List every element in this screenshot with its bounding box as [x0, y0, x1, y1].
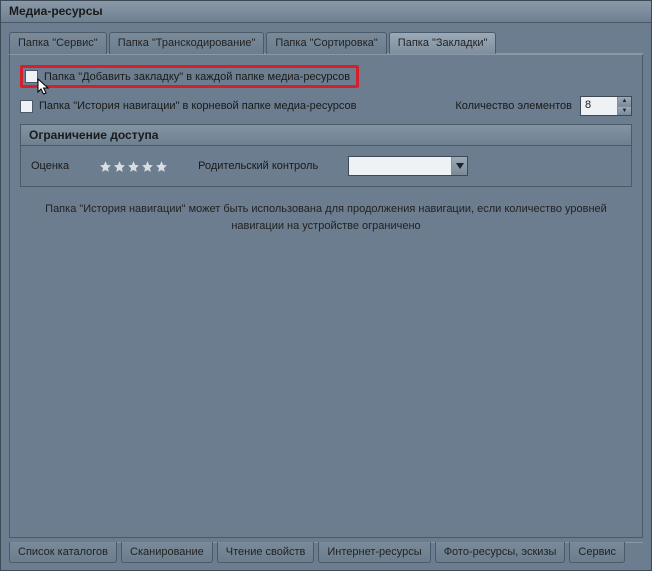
chevron-down-icon [456, 163, 464, 169]
info-text: Папка "История навигации" может быть исп… [20, 201, 632, 234]
star-icon[interactable] [113, 160, 126, 173]
label-elements-count: Количество элементов [455, 100, 572, 112]
label-parental-control: Родительский контроль [198, 160, 318, 172]
access-restriction-title: Ограничение доступа [21, 125, 631, 146]
label-nav-history: Папка "История навигации" в корневой пап… [39, 100, 357, 112]
checkbox-nav-history[interactable] [20, 100, 33, 113]
star-icon[interactable] [141, 160, 154, 173]
dropdown-button[interactable] [451, 157, 467, 175]
dropdown-parental-control[interactable] [348, 156, 468, 176]
tab-read-properties[interactable]: Чтение свойств [217, 542, 315, 563]
row-nav-history: Папка "История навигации" в корневой пап… [20, 96, 632, 116]
star-icon[interactable] [99, 160, 112, 173]
tab-service[interactable]: Сервис [569, 542, 625, 563]
row-add-bookmark: Папка "Добавить закладку" в каждой папке… [20, 65, 632, 88]
tab-transcoding-folder[interactable]: Папка "Транскодирование" [109, 32, 265, 54]
window-title: Медиа-ресурсы [1, 1, 651, 23]
spinner-buttons: ▲ ▼ [617, 97, 631, 115]
spinner-up-button[interactable]: ▲ [618, 97, 631, 107]
tab-sorting-folder[interactable]: Папка "Сортировка" [266, 32, 386, 54]
tab-internet-resources[interactable]: Интернет-ресурсы [318, 542, 430, 563]
tab-scanning[interactable]: Сканирование [121, 542, 213, 563]
tab-service-folder[interactable]: Папка "Сервис" [9, 32, 107, 54]
spinner-elements-count[interactable]: 8 ▲ ▼ [580, 96, 632, 116]
tabs-bottom: Список каталогов Сканирование Чтение сво… [1, 543, 651, 570]
star-icon[interactable] [155, 160, 168, 173]
media-resources-window: Медиа-ресурсы Папка "Сервис" Папка "Тран… [0, 0, 652, 571]
tab-bookmarks-folder[interactable]: Папка "Закладки" [389, 32, 497, 54]
checkbox-add-bookmark[interactable] [25, 70, 38, 83]
access-restriction-body: Оценка Родительский контроль [21, 146, 631, 186]
tabs-top: Папка "Сервис" Папка "Транскодирование" … [9, 31, 643, 54]
access-restriction-group: Ограничение доступа Оценка Родительский … [20, 124, 632, 187]
elements-count-group: Количество элементов 8 ▲ ▼ [455, 96, 632, 116]
spinner-value[interactable]: 8 [581, 97, 617, 115]
tab-body: Папка "Добавить закладку" в каждой папке… [9, 54, 643, 538]
rating-stars[interactable] [99, 160, 168, 173]
star-icon[interactable] [127, 160, 140, 173]
highlight-add-bookmark: Папка "Добавить закладку" в каждой папке… [20, 65, 359, 88]
content-area: Папка "Сервис" Папка "Транскодирование" … [1, 23, 651, 542]
tab-catalog-list[interactable]: Список каталогов [9, 542, 117, 563]
label-add-bookmark: Папка "Добавить закладку" в каждой папке… [44, 71, 350, 83]
spinner-down-button[interactable]: ▼ [618, 107, 631, 116]
dropdown-value [349, 157, 451, 175]
label-rating: Оценка [31, 160, 69, 172]
tab-photo-resources[interactable]: Фото-ресурсы, эскизы [435, 542, 566, 563]
